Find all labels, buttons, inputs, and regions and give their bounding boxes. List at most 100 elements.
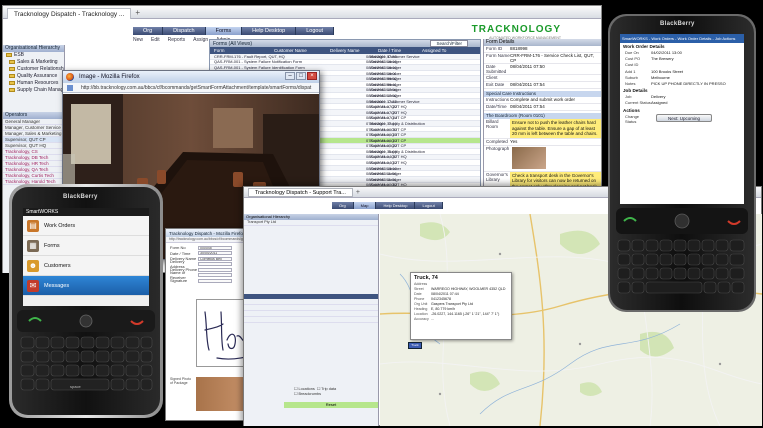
photograph-key: Photograph <box>486 145 510 151</box>
nav-dispatch[interactable]: Dispatch <box>163 27 206 35</box>
checkbox-breadcrumbs[interactable]: ☐ Breadcrumbs <box>294 392 321 396</box>
org-tree-label: Sales & Marketing <box>17 59 58 65</box>
photo-thumbnail[interactable] <box>512 146 546 169</box>
org-tree-item[interactable]: Sales & Marketing <box>3 59 64 66</box>
date-cell: 08/04/2011 10:15 <box>366 59 397 65</box>
nav-help-desktop[interactable]: Help Desktop <box>242 27 297 35</box>
assigned-cell: Supervisor, QUT CP <box>370 126 407 132</box>
map-main-nav: Org Map Help Desktop Logout <box>332 202 443 209</box>
assigned-cell: Supervisor, QUT HQ <box>370 104 407 110</box>
composite-stage: Tracknology Dispatch - Tracknology ... +… <box>0 0 763 428</box>
assigned-cell: Manager, Customer Service <box>370 54 420 59</box>
checkbox-locations[interactable]: ☐ Locations <box>294 387 315 391</box>
col-date-time[interactable]: Date / Time <box>374 48 418 53</box>
assigned-cell: Supervisor, QUT CP <box>370 143 407 149</box>
checkbox-breadcrumbs-label: Breadcrumbs <box>298 392 322 396</box>
menu-item-customers[interactable]: ☻ Customers <box>23 256 149 276</box>
vehicle-marker[interactable]: Truck <box>408 342 422 349</box>
col-form[interactable]: Form <box>210 48 270 53</box>
subnav-assign[interactable]: Assign <box>193 37 208 43</box>
envelope-icon: ✉ <box>27 279 39 292</box>
people-icon: ☻ <box>27 259 39 272</box>
form-cell: CRR-FRM-176 - Fault Report, QUT, HQ <box>214 54 285 59</box>
org-tree-item[interactable]: Human Resources <box>3 80 64 87</box>
subnav-reports[interactable]: Reports <box>168 37 186 43</box>
map-browser-tab[interactable]: Tracknology Dispatch - Support Tra... <box>248 187 353 197</box>
operators-list: General Manager Manager, Customer Service… <box>3 119 64 185</box>
firefox-icon <box>66 73 74 81</box>
map-nav-org[interactable]: Org <box>332 202 354 209</box>
signature-form-field[interactable]: Cornelius Bell <box>198 256 232 261</box>
detail-row: Exit Date 08/04/2011 07:54 <box>484 82 601 89</box>
new-tab-button[interactable]: + <box>135 8 140 17</box>
minimize-icon[interactable]: – <box>285 72 295 80</box>
map-table-row[interactable] <box>244 317 378 323</box>
operators-header: Operators <box>3 112 64 119</box>
org-tree-label: ESB <box>14 52 25 58</box>
billard-room-key: Billard Room <box>486 119 499 129</box>
job-details-heading: Job Details <box>623 88 648 94</box>
menu-item-messages[interactable]: ✉ Messages <box>23 276 149 296</box>
maximize-icon[interactable]: □ <box>296 72 306 80</box>
photograph-row: Photograph <box>484 146 601 172</box>
subnav-new[interactable]: New <box>133 37 143 43</box>
nav-logout[interactable]: Logout <box>296 27 335 35</box>
completed-row: Completed Yes <box>484 139 601 146</box>
signature-form-field[interactable] <box>198 262 232 267</box>
map-layer-checkboxes: ☐ Locations ☐ Trip data ☐ Breadcrumbs <box>294 386 336 396</box>
map-nav-logout[interactable]: Logout <box>415 202 443 209</box>
org-tree-item[interactable]: ESB <box>3 52 64 59</box>
map-hierarchy-item[interactable]: Transport Pty Ltd <box>244 220 378 226</box>
map-nav-map[interactable]: Map <box>353 202 377 209</box>
menu-item-forms[interactable]: ▦ Forms <box>23 236 149 256</box>
col-assigned-to[interactable]: Assigned To <box>418 48 446 53</box>
signature-form-field[interactable] <box>198 273 232 278</box>
org-tree-item[interactable]: Customer Relationship Management <box>3 66 64 73</box>
org-tree: ESBSales & MarketingCustomer Relationshi… <box>3 52 64 94</box>
next-upcoming-button[interactable]: Next: Upcoming <box>656 113 712 122</box>
nav-org[interactable]: Org <box>133 27 164 35</box>
signature-form-field[interactable] <box>198 278 232 283</box>
org-tree-label: Quality Assurance <box>17 73 58 79</box>
col-delivery-name[interactable]: Delivery Name <box>326 48 374 53</box>
assigned-cell: General Manager <box>370 165 402 171</box>
space-key-label: space <box>70 384 81 389</box>
nav-forms[interactable]: Forms <box>205 27 243 35</box>
signature-form-field[interactable] <box>198 267 232 272</box>
signature-form-field[interactable]: 000045 <box>198 245 232 250</box>
reset-button[interactable]: Reset <box>284 402 378 408</box>
work-order-value: The Brewery <box>651 56 674 62</box>
image-viewer-titlebar: Image - Mozilla Firefox – □ × <box>63 71 319 83</box>
datetime-value: 08/04/2011 07:54 <box>510 104 545 109</box>
org-tree-item[interactable]: Supply Chain Management <box>3 87 64 94</box>
org-tree-item[interactable]: Quality Assurance <box>3 73 64 80</box>
assigned-cell: General Manager <box>370 93 402 98</box>
completed-value: Yes <box>510 138 518 144</box>
assigned-cell: General Manager <box>370 81 402 87</box>
map-new-tab-button[interactable]: + <box>356 189 360 196</box>
signature-form-field[interactable]: 30/04/2011 <box>198 251 232 256</box>
billard-room-row: Billard Room Ensure not to push the leat… <box>484 119 601 139</box>
close-icon[interactable]: × <box>307 72 317 80</box>
instructions-row: Instructions Complete and submit work or… <box>484 97 601 104</box>
detail-row: Client <box>484 75 601 82</box>
map-nav-help[interactable]: Help Desktop <box>376 202 416 209</box>
subnav-edit[interactable]: Edit <box>151 37 160 43</box>
col-customer-name[interactable]: Customer Name <box>270 48 326 53</box>
checkbox-locations-label: Locations <box>298 387 315 391</box>
menu-item-work-orders[interactable]: ▤ Work Orders <box>23 216 149 236</box>
detail-value: CRR-FRM-176 - Service Check List, QUT, C… <box>510 53 595 63</box>
instructions-key: Instructions <box>486 97 510 102</box>
assigned-cell: Supervisor, QUT CP <box>370 132 407 138</box>
completed-key: Completed <box>486 138 508 144</box>
checkbox-trip-data[interactable]: ☐ Trip data <box>317 387 336 391</box>
detail-key: Date Submitted <box>486 64 507 74</box>
change-status-label: Change Status <box>625 113 640 124</box>
dispatch-browser-tab[interactable]: Tracknology Dispatch - Tracknology ... <box>7 7 132 19</box>
detail-key: Client <box>486 75 498 80</box>
search-filter-button[interactable]: Search/Filter <box>430 40 468 47</box>
menu-item-label: Forms <box>44 242 60 249</box>
image-viewer-address-bar[interactable]: http://bb.tracknology.com.au/bbcs/cf/bco… <box>63 83 319 93</box>
blackberry-brand-torch: BlackBerry <box>660 21 695 27</box>
detail-value: 08/04/2011 07:50 <box>510 64 545 69</box>
